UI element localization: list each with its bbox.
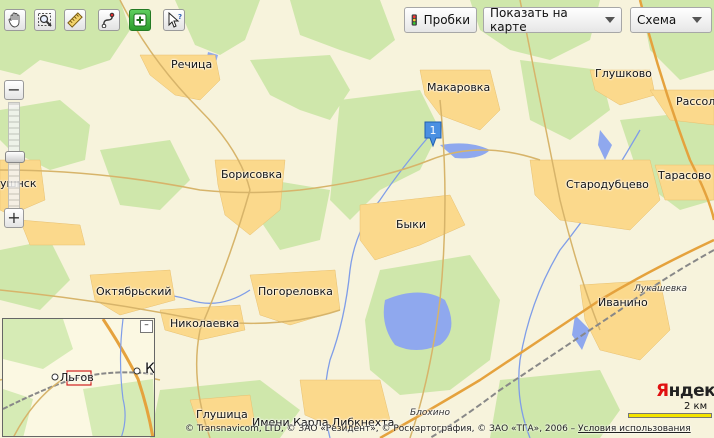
place-label-oktyabrsky: Октябрьский bbox=[96, 285, 172, 298]
place-label-byki: Быки bbox=[396, 218, 427, 231]
scale-label: 2 км bbox=[684, 401, 708, 412]
place-label-tarasovo: Тарасово bbox=[658, 169, 712, 182]
place-label-blokhino: Блохино bbox=[410, 408, 450, 418]
ruler-tool[interactable] bbox=[64, 9, 86, 31]
place-label-glushkovo: Глушково bbox=[595, 67, 652, 80]
traffic-light-icon bbox=[411, 14, 417, 26]
copyright-line: © Transnavicom, LTD, © ЗАО «Резидент», ©… bbox=[155, 424, 714, 438]
svg-text:?: ? bbox=[178, 13, 182, 21]
traffic-label: Пробки bbox=[423, 13, 470, 27]
overview-minimap[interactable]: Льгов К – bbox=[2, 318, 155, 437]
minimap-partial-label: К bbox=[145, 361, 155, 377]
zoom-in-button[interactable]: + bbox=[4, 208, 24, 228]
place-label-lukashevka: Лукашевка bbox=[634, 284, 688, 294]
add-placemark-icon bbox=[133, 13, 147, 27]
show-on-map-label: Показать на карте bbox=[490, 6, 568, 34]
ruler-icon bbox=[67, 12, 83, 28]
place-label-makarovka: Макаровка bbox=[427, 81, 491, 94]
marker-number: 1 bbox=[430, 124, 437, 137]
hand-pan-icon bbox=[8, 12, 20, 28]
place-label-nikolaevka: Николаевка bbox=[170, 317, 240, 330]
place-label-starodubtsevo: Стародубцево bbox=[566, 178, 649, 191]
minimap-collapse-button[interactable]: – bbox=[140, 320, 153, 333]
magnifier-zoom-tool[interactable] bbox=[34, 9, 56, 31]
info-cursor-tool[interactable]: ? bbox=[163, 9, 185, 31]
place-label-rechitsa: Речица bbox=[171, 58, 213, 71]
minimap-city-label: Льгов bbox=[60, 371, 94, 384]
show-on-map-dropdown[interactable]: Показать на карте bbox=[483, 6, 622, 34]
yandex-logo: Яндекс bbox=[656, 381, 714, 401]
copyright-text: © Transnavicom, LTD, © ЗАО «Резидент», ©… bbox=[185, 424, 579, 434]
place-label-ivanino: Иванино bbox=[598, 296, 648, 309]
map-type-label: Схема bbox=[637, 13, 677, 27]
magnifier-zoom-icon bbox=[38, 13, 52, 27]
zoom-slider-handle[interactable] bbox=[5, 151, 25, 163]
chevron-down-icon bbox=[605, 17, 615, 23]
place-label-glushitsa: Глушица bbox=[196, 408, 248, 421]
route-icon bbox=[101, 12, 115, 28]
map-type-dropdown[interactable]: Схема bbox=[630, 7, 712, 33]
info-cursor-icon: ? bbox=[168, 12, 182, 28]
hand-pan-tool[interactable] bbox=[4, 9, 26, 31]
route-tool[interactable] bbox=[98, 9, 120, 31]
place-label-pogorelovka: Погореловка bbox=[258, 285, 333, 298]
place-label-rassol: Рассол bbox=[676, 95, 714, 108]
add-placemark-tool[interactable] bbox=[129, 9, 151, 31]
traffic-button[interactable]: Пробки bbox=[404, 7, 477, 33]
chevron-down-icon bbox=[692, 17, 703, 23]
place-label-borisovka: Борисовка bbox=[221, 168, 283, 181]
zoom-out-button[interactable]: − bbox=[4, 80, 24, 100]
scale-bar bbox=[628, 413, 712, 418]
terms-of-use-link[interactable]: Условия использования bbox=[578, 424, 691, 434]
